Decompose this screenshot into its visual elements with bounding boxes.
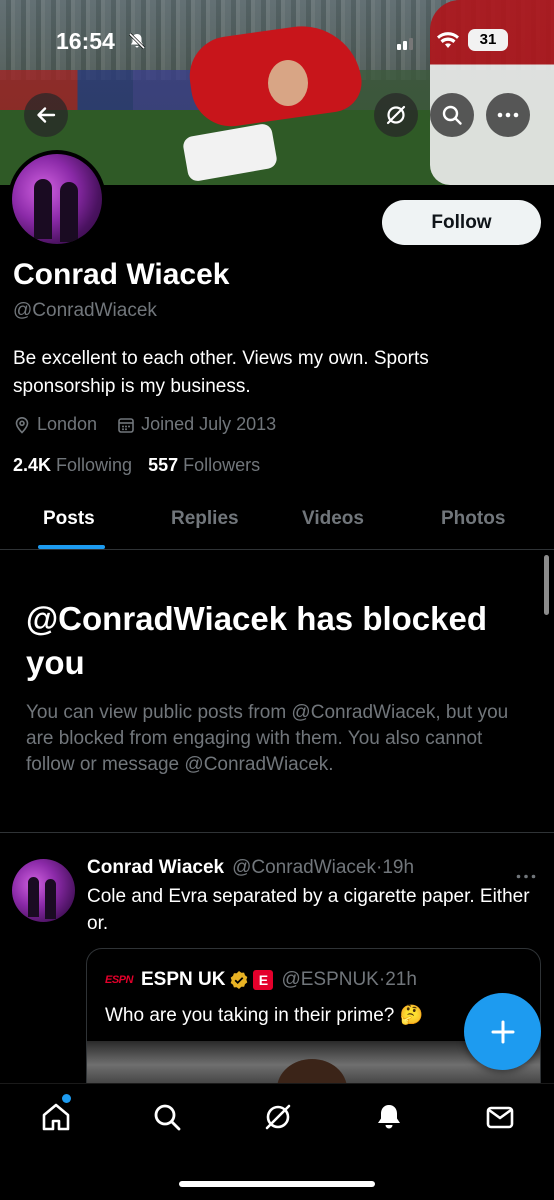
- quoted-author-name: ESPN UK: [140, 969, 226, 990]
- banner-search-button[interactable]: [430, 93, 474, 137]
- arrow-left-icon: [37, 107, 56, 123]
- more-horizontal-icon: [497, 112, 519, 118]
- post-more-button[interactable]: [516, 866, 536, 884]
- back-button[interactable]: [24, 93, 68, 137]
- grok-icon[interactable]: [262, 1101, 294, 1133]
- profile-meta: London Joined July 2013: [13, 414, 296, 435]
- home-indicator[interactable]: [179, 1181, 375, 1187]
- bell-muted-icon: [128, 32, 146, 50]
- post-header: Conrad Wiacek @ConradWiacek · 19h: [87, 857, 414, 879]
- quoted-time: 21h: [385, 969, 417, 990]
- espn-affiliate-badge: E: [253, 970, 274, 990]
- tab-videos[interactable]: Videos: [302, 508, 364, 530]
- post-time: 19h: [382, 857, 415, 878]
- status-time: 16:54: [56, 28, 115, 54]
- profile-joined: Joined July 2013: [117, 414, 276, 435]
- cellular-signal-icon: [397, 38, 413, 50]
- following-link[interactable]: 2.4K Following: [13, 455, 132, 476]
- scrollbar[interactable]: [544, 555, 549, 615]
- profile-handle: @ConradWiacek: [13, 300, 157, 321]
- followers-label: Followers: [183, 455, 261, 475]
- tab-replies[interactable]: Replies: [171, 508, 239, 530]
- profile-tabs: Posts Replies Videos Photos: [0, 500, 554, 550]
- blocked-description: You can view public posts from @ConradWi…: [26, 702, 509, 775]
- profile-stats: 2.4K Following 557 Followers: [13, 455, 276, 476]
- quoted-post-header: ESPN ESPN UK E @ESPNUK · 21h: [105, 969, 417, 991]
- quoted-author-handle: @ESPNUK: [281, 969, 379, 990]
- search-icon[interactable]: [151, 1101, 183, 1133]
- notifications-icon[interactable]: [373, 1101, 405, 1133]
- divider: [0, 832, 554, 833]
- home-notification-dot: [62, 1094, 71, 1103]
- post-author-name[interactable]: Conrad Wiacek: [87, 857, 224, 879]
- search-icon: [442, 105, 462, 125]
- grok-button[interactable]: [374, 93, 418, 137]
- wifi-icon: [437, 32, 459, 48]
- more-horizontal-icon: [516, 874, 536, 879]
- blocked-title: @ConradWiacek has blocked you: [26, 600, 488, 681]
- profile-location: London: [13, 414, 97, 435]
- profile-avatar[interactable]: [8, 150, 106, 248]
- quoted-post-text: Who are you taking in their prime? 🤔: [105, 1005, 424, 1026]
- location-pin-icon: [15, 416, 29, 434]
- tab-photos[interactable]: Photos: [441, 508, 505, 530]
- verified-badge-icon: [231, 971, 248, 989]
- compose-post-button[interactable]: [464, 993, 541, 1070]
- status-bar: 16:54 31: [0, 0, 554, 90]
- plus-icon: [491, 1020, 514, 1043]
- espn-logo: ESPN: [105, 974, 133, 986]
- post-text: Cole and Evra separated by a cigarette p…: [87, 886, 530, 934]
- active-tab-indicator: [38, 545, 105, 549]
- post-avatar[interactable]: [12, 859, 75, 922]
- more-options-button[interactable]: [486, 93, 530, 137]
- following-count: 2.4K: [13, 455, 52, 475]
- grok-icon: [386, 105, 406, 125]
- battery-indicator: 31: [468, 29, 508, 51]
- followers-count: 557: [148, 455, 179, 475]
- location-text: London: [37, 414, 98, 434]
- followers-link[interactable]: 557 Followers: [148, 455, 260, 476]
- calendar-icon: [118, 417, 134, 433]
- profile-bio: Be excellent to each other. Views my own…: [13, 348, 429, 397]
- avatar-image: [12, 154, 102, 244]
- follow-button[interactable]: Follow: [382, 200, 541, 245]
- profile-name: Conrad Wiacek: [13, 258, 230, 291]
- home-icon[interactable]: [40, 1101, 72, 1133]
- tab-posts[interactable]: Posts: [43, 508, 95, 530]
- following-label: Following: [56, 455, 133, 475]
- joined-text: Joined July 2013: [141, 414, 277, 434]
- post-author-handle: @ConradWiacek: [232, 857, 376, 878]
- messages-icon[interactable]: [484, 1101, 516, 1133]
